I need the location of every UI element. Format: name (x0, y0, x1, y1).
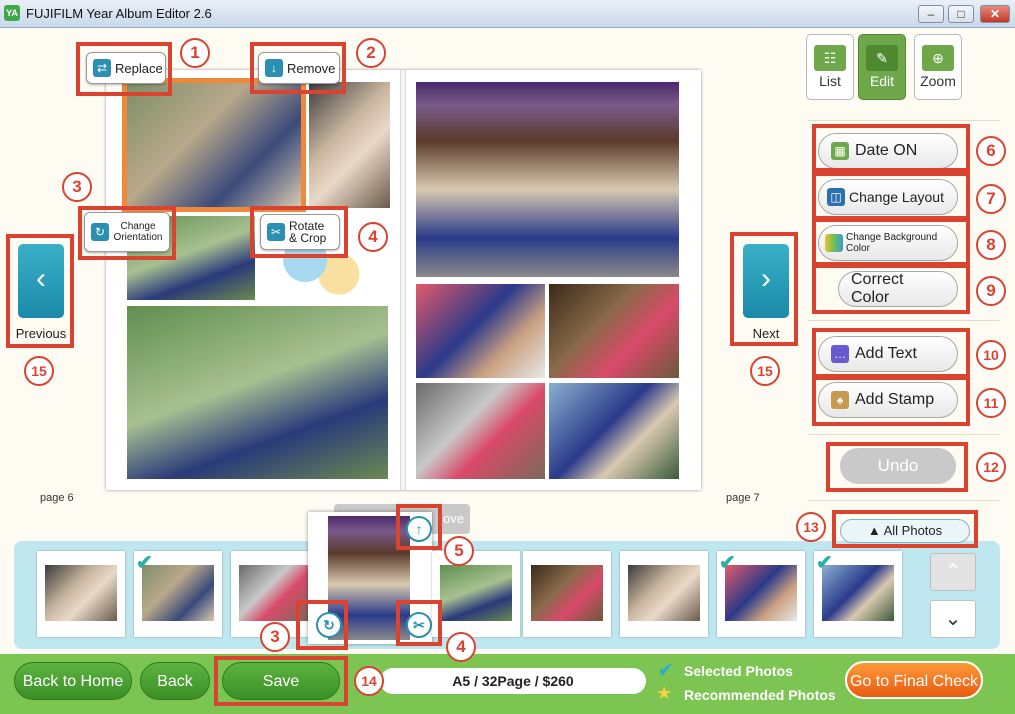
album-photo[interactable] (309, 82, 390, 208)
grid-icon: ☷ (814, 45, 846, 71)
album-photo[interactable] (127, 306, 388, 479)
back-to-home-button[interactable]: Back to Home (14, 662, 132, 700)
album-photo[interactable] (416, 82, 679, 277)
callout-3: 3 (260, 622, 290, 652)
callout-6: 6 (976, 136, 1006, 166)
list-mode-button[interactable]: ☷ List (806, 34, 854, 100)
tray-scroll-down-button[interactable]: ⌄ (930, 600, 976, 638)
thumbnail-image (628, 565, 700, 621)
divider (808, 320, 1000, 321)
album-photo[interactable] (416, 383, 545, 479)
zoom-mode-button[interactable]: ⊕ Zoom (914, 34, 962, 100)
callout-4: 4 (358, 222, 388, 252)
star-icon: ★ (656, 683, 673, 703)
callout-5: 5 (444, 536, 474, 566)
selected-photo[interactable] (122, 78, 306, 212)
callout-13: 13 (796, 512, 826, 542)
thumbnail-image (531, 565, 603, 621)
list-mode-label: List (819, 73, 841, 89)
annotation-box-add-stamp (812, 376, 970, 426)
divider (808, 500, 1000, 501)
zoom-icon: ⊕ (922, 45, 954, 71)
minimize-button[interactable]: ‒ (918, 5, 944, 23)
page-number-right: page 7 (726, 492, 760, 504)
annotation-box-add-text (812, 328, 970, 378)
callout-15: 15 (750, 356, 780, 386)
annotation-box-save (214, 656, 348, 706)
recommended-photos-legend: Recommended Photos (684, 687, 836, 703)
annotation-box-date (812, 124, 970, 172)
annotation-box-remove (250, 42, 346, 94)
callout-8: 8 (976, 230, 1006, 260)
selected-check-icon: ✔ (658, 660, 674, 680)
selected-check-icon: ✔ (816, 552, 833, 574)
album-photo[interactable] (416, 284, 545, 378)
tray-thumbnail[interactable] (432, 551, 520, 637)
window-title: FUJIFILM Year Album Editor 2.6 (26, 6, 212, 21)
album-photo[interactable] (549, 284, 679, 378)
annotation-box-crop (396, 600, 442, 646)
maximize-button[interactable]: □ (948, 5, 974, 23)
callout-7: 7 (976, 184, 1006, 214)
callout-10: 10 (976, 340, 1006, 370)
annotation-box-orientation (78, 206, 176, 260)
tray-scroll-up-button[interactable]: ⌃ (930, 553, 976, 591)
close-button[interactable]: ✕ (980, 5, 1010, 23)
thumbnail-image (725, 565, 797, 621)
annotation-box-replace (76, 42, 172, 96)
album-photo[interactable] (549, 383, 679, 479)
back-button[interactable]: Back (140, 662, 210, 700)
callout-15: 15 (24, 356, 54, 386)
annotation-box-rotate (250, 206, 348, 258)
callout-1: 1 (180, 38, 210, 68)
annotation-box-background (812, 218, 970, 266)
order-info: A5 / 32Page / $260 (380, 668, 646, 694)
zoom-mode-label: Zoom (920, 73, 956, 89)
album-spine (400, 70, 406, 490)
selected-photos-legend: Selected Photos (684, 663, 793, 679)
callout-4: 4 (446, 632, 476, 662)
annotation-box-rotate-thumb (296, 600, 348, 650)
thumbnail-image (440, 565, 512, 621)
annotation-box-next (730, 232, 798, 346)
annotation-box-layout (812, 172, 970, 220)
tray-thumbnail[interactable] (37, 551, 125, 637)
callout-3: 3 (62, 172, 92, 202)
page-number-left: page 6 (40, 492, 74, 504)
callout-12: 12 (976, 452, 1006, 482)
final-check-button[interactable]: Go to Final Check (845, 661, 983, 699)
annotation-box-previous (6, 234, 74, 348)
thumbnail-image (142, 565, 214, 621)
edit-mode-button[interactable]: ✎ Edit (858, 34, 906, 100)
annotation-box-correct-color (812, 264, 970, 314)
annotation-box-undo (826, 442, 968, 492)
divider (808, 434, 1000, 435)
callout-14: 14 (354, 666, 384, 696)
thumbnail-image (45, 565, 117, 621)
tray-thumbnail[interactable] (620, 551, 708, 637)
edit-icon: ✎ (866, 45, 898, 71)
thumbnail-image (822, 565, 894, 621)
callout-2: 2 (356, 38, 386, 68)
app-icon: YA (4, 5, 20, 21)
divider (808, 120, 1000, 121)
edit-mode-label: Edit (869, 73, 895, 89)
callout-9: 9 (976, 276, 1006, 306)
selected-check-icon: ✔ (719, 552, 736, 574)
callout-11: 11 (976, 388, 1006, 418)
annotation-box-all-photos (832, 510, 978, 548)
tray-thumbnail[interactable] (523, 551, 611, 637)
annotation-box-move-up (396, 504, 442, 550)
selected-check-icon: ✔ (136, 552, 153, 574)
